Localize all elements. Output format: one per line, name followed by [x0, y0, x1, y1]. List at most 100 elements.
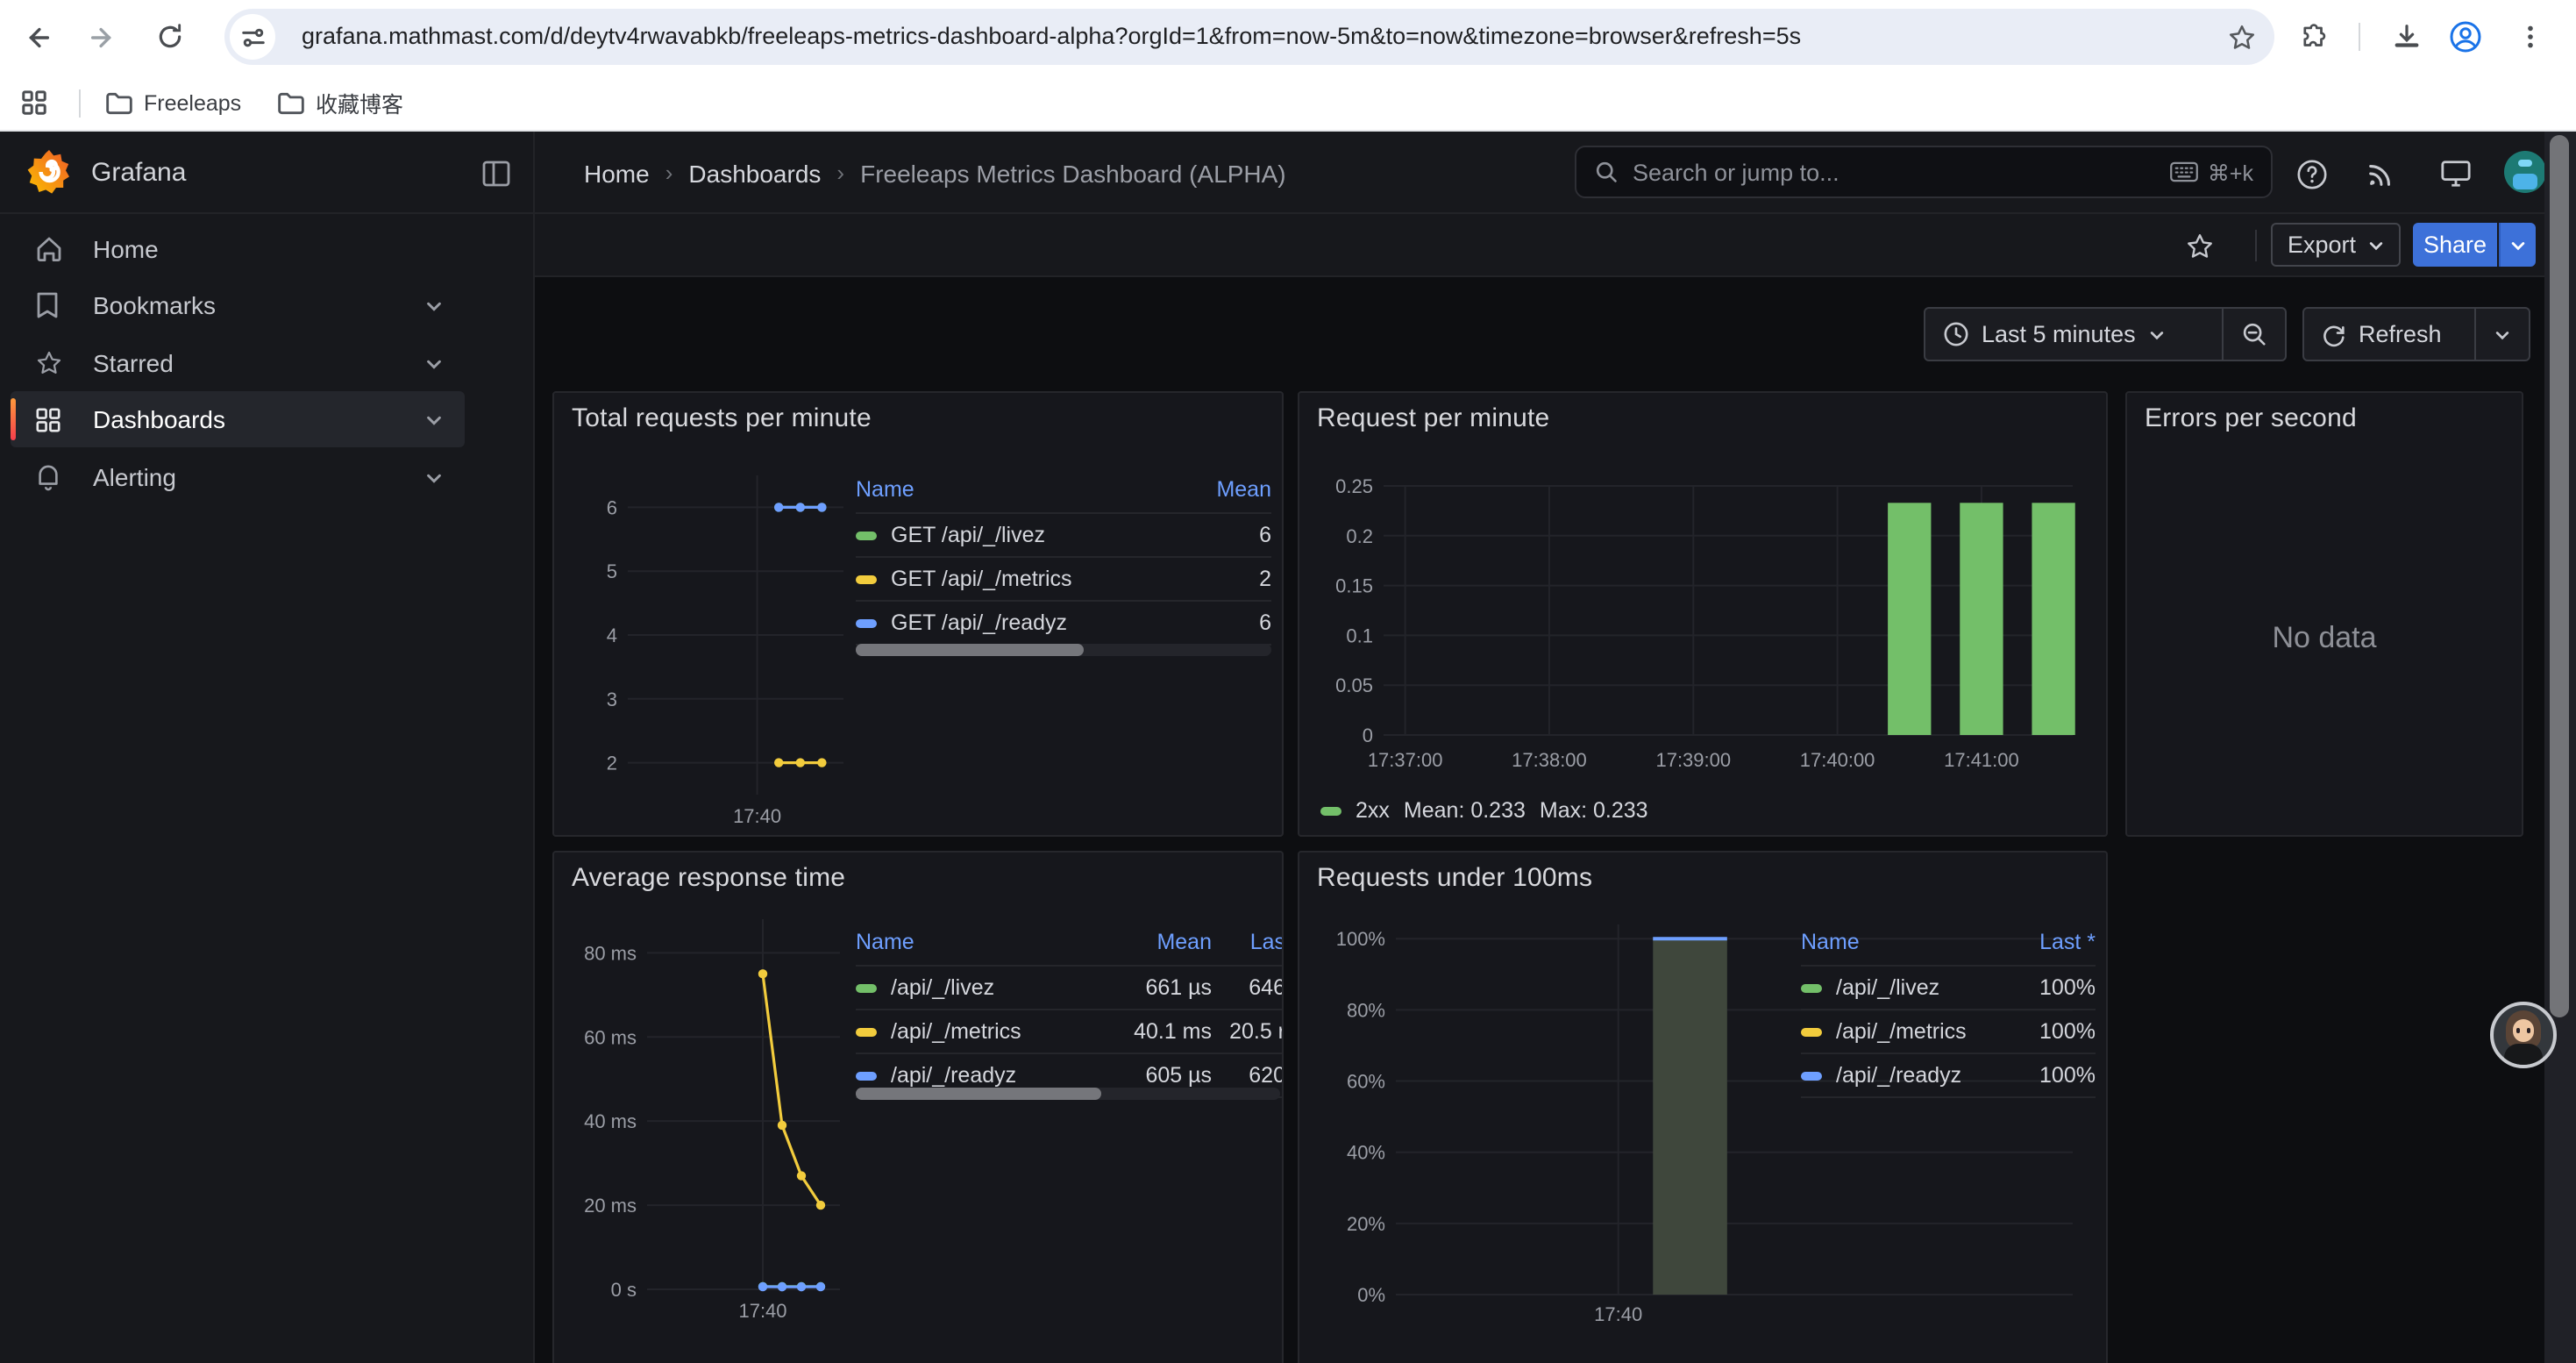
reload-button[interactable]	[147, 14, 193, 60]
avatar-detail	[2513, 174, 2537, 189]
panel-errors-per-second[interactable]: Errors per second No data	[2125, 391, 2523, 837]
legend-row[interactable]: /api/_/livez661 µs646	[856, 965, 1284, 1009]
legend-header[interactable]: NameMean	[856, 470, 1271, 512]
chevron-down-icon	[2366, 236, 2384, 253]
chevron-down-icon[interactable]	[424, 467, 444, 487]
bookmark-star-icon[interactable]	[2218, 14, 2264, 60]
share-menu-button[interactable]	[2499, 223, 2536, 267]
svg-text:17:39:00: 17:39:00	[1655, 749, 1731, 771]
svg-text:17:37:00: 17:37:00	[1368, 749, 1443, 771]
bookmark-folder-freeleaps[interactable]: Freeleaps	[95, 82, 252, 123]
sidebar-item-label: Alerting	[93, 463, 176, 491]
breadcrumb-home[interactable]: Home	[584, 159, 650, 187]
help-icon[interactable]	[2292, 154, 2330, 193]
legend-table: NameMeanLas/api/_/livez661 µs646/api/_/m…	[856, 923, 1284, 1098]
panel-title[interactable]: Errors per second	[2145, 403, 2357, 433]
search-shortcut: ⌘+k	[2169, 159, 2253, 185]
bar-chart[interactable]: 00.050.10.150.20.2517:37:0017:38:0017:39…	[1299, 393, 2108, 837]
bookmarks-divider	[79, 89, 81, 118]
legend-row[interactable]: GET /api/_/readyz6	[856, 600, 1271, 646]
chevron-down-icon[interactable]	[424, 410, 444, 429]
export-button[interactable]: Export	[2271, 223, 2401, 267]
legend-header[interactable]: NameMeanLas	[856, 923, 1284, 965]
browser-window: grafana.mathmast.com/d/deytv4rwavabkb/fr…	[0, 0, 2576, 1363]
legend-swatch	[856, 983, 877, 992]
series-legend[interactable]: 2xx Mean: 0.233 Max: 0.233	[1320, 798, 1648, 823]
panel-total-requests[interactable]: Total requests per minute 2345617:40 Nam…	[552, 391, 1284, 837]
bookmark-label: 收藏博客	[316, 86, 403, 119]
sidebar-header: Grafana	[0, 132, 533, 214]
chevron-down-icon	[2148, 325, 2166, 343]
svg-text:20 ms: 20 ms	[584, 1195, 637, 1217]
legend-row[interactable]: GET /api/_/livez6	[856, 512, 1271, 556]
legend-row[interactable]: /api/_/metrics40.1 ms20.5 r	[856, 1009, 1284, 1053]
svg-text:4: 4	[607, 624, 617, 646]
legend-row[interactable]: /api/_/readyz100%	[1801, 1053, 2096, 1098]
refresh-interval-button[interactable]	[2474, 309, 2529, 360]
favorite-star-icon[interactable]	[2180, 226, 2218, 265]
sidebar-item-starred[interactable]: Starred	[11, 335, 465, 391]
sidebar-item-dashboards[interactable]: Dashboards	[11, 391, 465, 447]
sidebar-item-bookmarks[interactable]: Bookmarks	[11, 277, 465, 333]
legend-row[interactable]: GET /api/_/metrics2	[856, 556, 1271, 600]
toolbar-divider	[2359, 23, 2360, 51]
svg-text:17:41:00: 17:41:00	[1944, 749, 2019, 771]
apps-grid-icon[interactable]	[14, 82, 54, 123]
breadcrumb-dashboards[interactable]: Dashboards	[688, 159, 821, 187]
svg-text:17:40: 17:40	[1594, 1303, 1642, 1325]
legend-row[interactable]: /api/_/livez100%	[1801, 965, 2096, 1009]
zoom-out-button[interactable]	[2222, 309, 2285, 360]
refresh-button[interactable]: Refresh	[2304, 309, 2474, 360]
folder-icon	[105, 90, 133, 115]
sidebar-item-label: Bookmarks	[93, 291, 216, 319]
svg-text:100%: 100%	[1336, 928, 1385, 950]
search-input[interactable]: Search or jump to... ⌘+k	[1575, 146, 2273, 198]
chevron-down-icon[interactable]	[424, 296, 444, 315]
profile-icon[interactable]	[2443, 14, 2488, 60]
url-text[interactable]: grafana.mathmast.com/d/deytv4rwavabkb/fr…	[302, 9, 2213, 65]
share-button[interactable]: Share	[2413, 223, 2497, 267]
assistant-avatar[interactable]	[2490, 1002, 2557, 1068]
svg-text:80 ms: 80 ms	[584, 942, 637, 964]
time-range-picker[interactable]: Last 5 minutes	[1925, 309, 2222, 360]
svg-text:20%: 20%	[1347, 1213, 1385, 1235]
user-avatar[interactable]	[2504, 151, 2546, 193]
svg-text:17:38:00: 17:38:00	[1512, 749, 1587, 771]
svg-text:60%: 60%	[1347, 1071, 1385, 1093]
no-data-message: No data	[2127, 621, 2522, 656]
downloads-icon[interactable]	[2383, 14, 2429, 60]
bell-icon	[35, 463, 63, 491]
extensions-icon[interactable]	[2290, 14, 2336, 60]
sidebar-item-home[interactable]: Home	[11, 221, 465, 277]
legend-hscrollbar[interactable]	[856, 1088, 1280, 1100]
scrollbar-thumb[interactable]	[856, 1088, 1102, 1100]
scrollbar-thumb[interactable]	[856, 644, 1085, 656]
legend-table: NameLast */api/_/livez100%/api/_/metrics…	[1801, 923, 2096, 1098]
legend-swatch	[1320, 806, 1341, 815]
page-scrollbar-thumb[interactable]	[2550, 135, 2569, 1017]
address-bar[interactable]: grafana.mathmast.com/d/deytv4rwavabkb/fr…	[224, 9, 2274, 65]
grafana-logo	[25, 147, 74, 196]
chevron-down-icon	[2494, 325, 2511, 343]
panel-request-per-minute[interactable]: Request per minute 00.050.10.150.20.2517…	[1298, 391, 2108, 837]
panel-under-100ms[interactable]: Requests under 100ms 0%20%40%60%80%100%1…	[1298, 851, 2108, 1363]
legend-header[interactable]: NameLast *	[1801, 923, 2096, 965]
sidebar-item-alerting[interactable]: Alerting	[11, 449, 465, 505]
monitor-icon[interactable]	[2436, 154, 2474, 193]
app-header: Home › Dashboards › Freeleaps Metrics Da…	[535, 132, 2576, 214]
grafana-app: Grafana Home Bookmarks Starred	[0, 132, 2576, 1363]
sidebar: Grafana Home Bookmarks Starred	[0, 132, 535, 1363]
chevron-down-icon[interactable]	[424, 353, 444, 373]
sidebar-toggle-icon[interactable]	[477, 154, 516, 193]
panel-avg-response-time[interactable]: Average response time 0 s20 ms40 ms60 ms…	[552, 851, 1284, 1363]
dashboard-canvas: Last 5 minutes Refresh	[535, 277, 2576, 1363]
active-accent-bar	[11, 398, 16, 440]
legend-hscrollbar[interactable]	[856, 644, 1271, 656]
back-button[interactable]	[14, 14, 60, 60]
news-rss-icon[interactable]	[2360, 154, 2399, 193]
bookmark-folder-blogs[interactable]: 收藏博客	[267, 82, 414, 123]
forward-button[interactable]	[79, 14, 125, 60]
browser-menu-icon[interactable]	[2508, 14, 2553, 60]
site-settings-icon[interactable]	[230, 14, 275, 60]
legend-row[interactable]: /api/_/metrics100%	[1801, 1009, 2096, 1053]
